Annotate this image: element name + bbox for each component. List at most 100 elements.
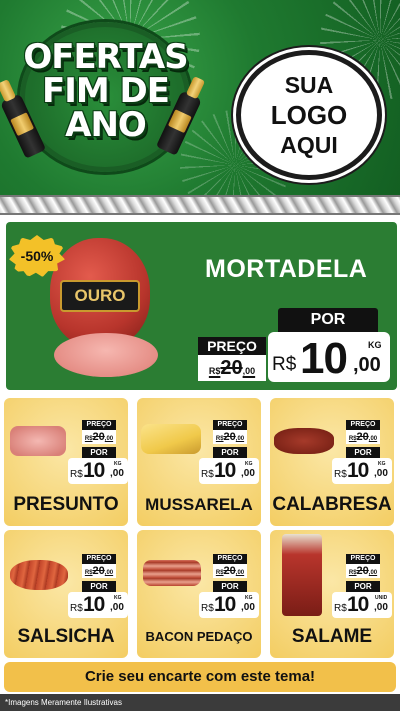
currency: R$ (334, 469, 347, 480)
sliced-mortadela-image (54, 333, 158, 377)
old-price-int: 20 (92, 431, 105, 443)
product-name: MUSSARELA (145, 495, 253, 514)
old-price-dec: ,00 (235, 570, 245, 576)
currency: R$ (201, 469, 214, 480)
currency: R$ (70, 469, 83, 480)
new-price: R$ 10 ,00 KG (199, 458, 259, 484)
product-name: CALABRESA (272, 494, 392, 515)
price-int: 10 (83, 459, 105, 482)
old-price: R$20,00 (82, 430, 116, 444)
old-currency: R$ (215, 436, 224, 442)
old-price: R$20,00 (346, 564, 380, 578)
price-unit: UNID (375, 595, 388, 601)
product-name: SALAME (291, 626, 373, 647)
old-price-dec: ,00 (368, 436, 378, 442)
old-price-label: PREÇO (82, 554, 116, 564)
price-int: 10 (347, 459, 369, 482)
price-dec: ,00 (110, 602, 124, 613)
presunto-image (10, 426, 66, 456)
old-price-int: 20 (220, 357, 243, 379)
new-price-label: POR (346, 581, 380, 592)
old-price-label: PREÇO (346, 554, 380, 564)
product-name: SALSICHA (17, 626, 115, 647)
old-price-int: 20 (223, 565, 236, 577)
product-card-bacon[interactable]: PREÇO R$20,00 POR R$ 10,00 KG BACON PEDAÇO (137, 530, 261, 658)
old-price-label: PREÇO (346, 420, 380, 430)
old-price-label: PREÇO (213, 554, 247, 564)
old-price-dec: ,00 (104, 436, 114, 442)
old-price-dec: ,00 (235, 436, 245, 442)
old-currency: R$ (84, 570, 93, 576)
old-price-int: 20 (356, 431, 369, 443)
old-price: R$20,00 (213, 564, 247, 578)
price-dec: ,00 (241, 468, 255, 479)
new-price-label: POR (82, 447, 116, 458)
price-unit: KG (245, 595, 253, 601)
old-currency: R$ (348, 436, 357, 442)
price-int: 10 (83, 593, 105, 616)
price-dec: ,00 (353, 354, 381, 376)
old-price: R$20,00 (198, 355, 266, 381)
chain-divider (0, 195, 400, 215)
new-price: R$ 10 ,00 KG (268, 332, 390, 383)
price-int: 10 (347, 593, 369, 616)
price-dec: ,00 (110, 468, 124, 479)
calabresa-image (274, 428, 334, 454)
bacon-image (143, 560, 201, 586)
currency: R$ (334, 603, 347, 614)
old-price-int: 20 (223, 431, 236, 443)
logo-line: AQUI (280, 132, 338, 158)
product-card-salame[interactable]: PREÇO R$20,00 POR R$ 10,00 UNID SALAME (270, 530, 394, 658)
product-card-salsicha[interactable]: PREÇO R$20,00 POR R$ 10,00 KG SALSICHA (4, 530, 128, 658)
disclaimer-text: *Imagens Meramente Ilustrativas (0, 694, 400, 711)
cta-banner[interactable]: Crie seu encarte com este tema! (4, 662, 396, 692)
old-price-label: PREÇO (198, 337, 266, 355)
logo-placeholder[interactable]: SUA LOGO AQUI (236, 50, 382, 180)
new-price: R$ 10 ,00 UNID (332, 592, 392, 618)
old-price-int: 20 (356, 565, 369, 577)
new-price: R$ 10 ,00 KG (68, 592, 128, 618)
price-int: 10 (214, 459, 236, 482)
old-price-dec: ,00 (242, 366, 256, 376)
new-price: R$ 10 ,00 KG (68, 458, 128, 484)
new-price: R$ 10 ,00 KG (332, 458, 392, 484)
header-banner: OFERTAS FIM DE ANO SUA LOGO AQUI (0, 0, 400, 195)
old-price-dec: ,00 (104, 570, 114, 576)
mortadela-image: OURO (50, 238, 150, 348)
title-line: OFERTAS (23, 37, 188, 77)
old-price: R$20,00 (213, 430, 247, 444)
price-unit: KG (368, 340, 382, 350)
old-currency: R$ (215, 570, 224, 576)
price-dec: ,00 (241, 602, 255, 613)
logo-line: LOGO (270, 100, 348, 130)
old-price: R$20,00 (346, 430, 380, 444)
old-price-label: PREÇO (213, 420, 247, 430)
old-price-int: 20 (92, 565, 105, 577)
featured-product-name: MORTADELA (205, 255, 368, 283)
price-unit: KG (114, 595, 122, 601)
new-price: R$ 10 ,00 KG (199, 592, 259, 618)
title-line: ANO (65, 105, 147, 145)
product-card-mussarela[interactable]: PREÇO R$20,00 POR R$ 10,00 KG MUSSARELA (137, 398, 261, 526)
old-currency: R$ (84, 436, 93, 442)
product-name: BACON PEDAÇO (145, 629, 253, 644)
product-card-presunto[interactable]: PREÇO R$20,00 POR R$ 10,00 KG PRESUNTO (4, 398, 128, 526)
logo-line: SUA (284, 72, 334, 98)
price-unit: KG (378, 461, 386, 467)
new-price-label: POR (213, 447, 247, 458)
currency: R$ (70, 603, 83, 614)
new-price-label: POR (346, 447, 380, 458)
product-card-calabresa[interactable]: PREÇO R$20,00 POR R$ 10,00 KG CALABRESA (270, 398, 394, 526)
currency: R$ (272, 354, 297, 375)
old-price: R$20,00 (82, 564, 116, 578)
price-int: 10 (214, 593, 236, 616)
brand-label: OURO (60, 280, 140, 312)
old-price-label: PREÇO (82, 420, 116, 430)
mussarela-image (141, 424, 201, 454)
old-currency: R$ (348, 570, 357, 576)
new-price-label: POR (278, 308, 378, 332)
price-int: 10 (300, 334, 348, 383)
page-title: OFERTAS FIM DE ANO (18, 40, 193, 142)
product-name: PRESUNTO (13, 494, 119, 515)
price-dec: ,00 (374, 468, 388, 479)
